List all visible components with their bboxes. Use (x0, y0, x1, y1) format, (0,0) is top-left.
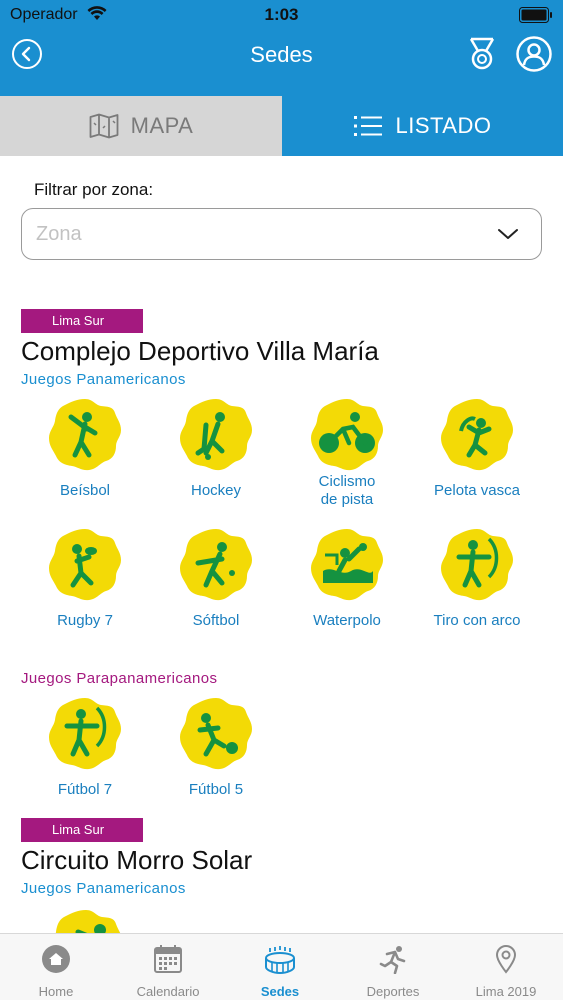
nav-home[interactable]: Home (0, 934, 112, 1000)
chevron-down-icon (498, 229, 518, 239)
nav-calendario[interactable]: Calendario (112, 934, 224, 1000)
bottom-nav: Home Calendario Sedes Deportes Lima 2019 (0, 933, 563, 1000)
nav-deportes[interactable]: Deportes (337, 934, 449, 1000)
section-panamericanos: Juegos Panamericanos (21, 880, 186, 897)
sport-item[interactable]: Pelota vasca (413, 397, 541, 499)
tab-list[interactable]: LISTADO (282, 96, 563, 156)
zone-select[interactable]: Zona (21, 208, 542, 260)
stadium-icon (265, 946, 295, 974)
battery-icon (519, 7, 553, 23)
home-icon (42, 945, 70, 973)
tab-list-label: LISTADO (395, 113, 492, 138)
sport-label: Sóftbol (192, 612, 240, 629)
sport-label: Fútbol 5 (188, 781, 244, 798)
sport-icon (180, 698, 252, 770)
sport-item[interactable]: Rugby 7 (21, 527, 149, 629)
sport-icon (55, 910, 121, 933)
tab-map-label: MAPA (130, 113, 194, 138)
nav-label: Sedes (260, 984, 300, 999)
venue-name[interactable]: Complejo Deportivo Villa María (21, 336, 379, 367)
medal-icon (469, 37, 495, 70)
profile-button[interactable] (516, 36, 552, 72)
section-parapanamericanos: Juegos Parapanamericanos (21, 670, 218, 687)
sport-label: Fútbol 7 (57, 781, 113, 798)
filter-label: Filtrar por zona: (34, 180, 154, 199)
sport-label: Pelota vasca (434, 482, 520, 499)
nav-label: Deportes (366, 984, 420, 999)
sport-label: Waterpolo (313, 612, 381, 629)
sport-label: Beísbol (59, 482, 111, 499)
sport-item[interactable]: Fútbol 5 (152, 696, 280, 798)
sport-icon-partial[interactable] (48, 908, 124, 933)
nav-sedes[interactable]: Sedes (224, 934, 336, 1000)
map-icon (89, 113, 119, 139)
sport-icon (49, 529, 121, 601)
sport-item[interactable]: Tiro con arco (413, 527, 541, 629)
sport-item[interactable]: Waterpolo (283, 527, 411, 629)
venue-name[interactable]: Circuito Morro Solar (21, 845, 252, 876)
sport-item[interactable]: Fútbol 7 (21, 696, 149, 798)
nav-label: Calendario (136, 984, 200, 999)
nav-label: Home (38, 984, 74, 999)
sport-label: Tiro con arco (433, 612, 521, 629)
app-header: Sedes (0, 30, 563, 96)
tab-map[interactable]: MAPA (0, 96, 282, 156)
sport-icon (49, 698, 121, 770)
zone-badge: Lima Sur (21, 818, 143, 842)
sport-icon (180, 399, 252, 471)
nav-label: Lima 2019 (475, 984, 537, 999)
clock: 1:03 (264, 5, 299, 24)
section-panamericanos: Juegos Panamericanos (21, 371, 186, 388)
sport-icon (441, 399, 513, 471)
zone-select-placeholder: Zona (36, 223, 82, 245)
sport-icon (441, 529, 513, 601)
sport-item[interactable]: Sóftbol (152, 527, 280, 629)
zone-badge: Lima Sur (21, 309, 143, 333)
sport-item[interactable]: Ciclismo de pista (283, 397, 411, 508)
sport-icon (311, 399, 383, 471)
sport-item[interactable]: Hockey (152, 397, 280, 499)
nav-lima-2019[interactable]: Lima 2019 (450, 934, 562, 1000)
calendar-icon (154, 945, 182, 973)
sport-label: Ciclismo de pista (318, 473, 376, 508)
medal-button[interactable] (466, 37, 498, 71)
sport-icon (180, 529, 252, 601)
sport-label: Hockey (190, 482, 242, 499)
sport-item[interactable]: Beísbol (21, 397, 149, 499)
sport-icon (311, 529, 383, 601)
list-icon (354, 116, 383, 136)
status-bar: Operador 1:03 (0, 0, 563, 30)
sport-label: Rugby 7 (57, 612, 113, 629)
user-icon (516, 36, 552, 72)
runner-icon (379, 946, 406, 974)
sport-icon (49, 399, 121, 471)
location-pin-icon (495, 945, 517, 974)
view-tabs: MAPA LISTADO (0, 96, 563, 156)
